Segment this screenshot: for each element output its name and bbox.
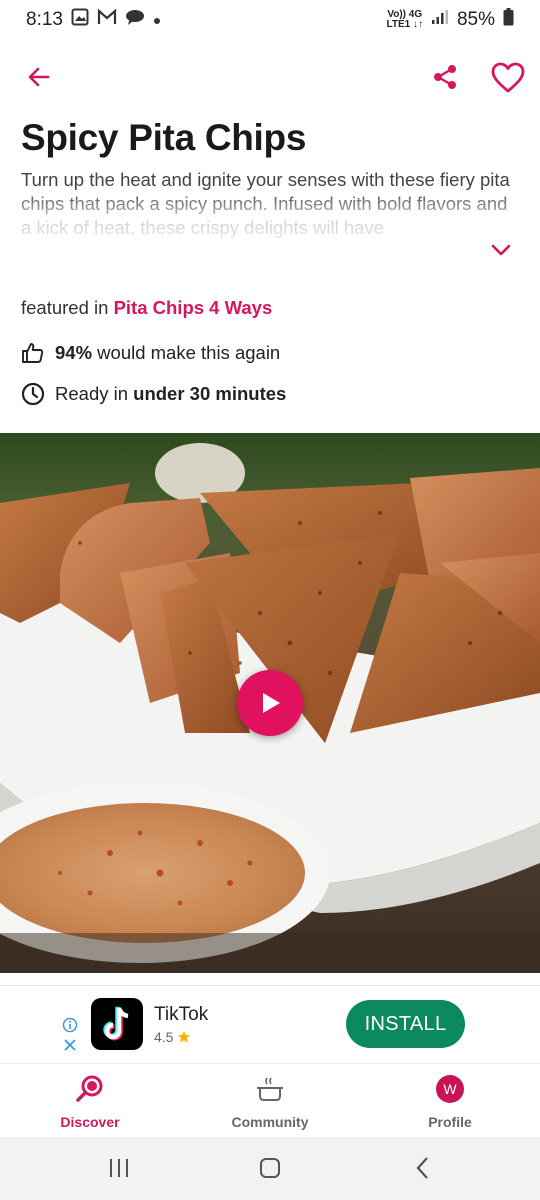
- avatar: W: [436, 1075, 464, 1103]
- chevron-left-icon: [416, 1157, 428, 1179]
- ad-app-name: TikTok: [154, 1004, 209, 1025]
- battery-percent: 85%: [456, 9, 495, 30]
- recent-apps-button[interactable]: [104, 1155, 134, 1181]
- network-indicator: Vo)) 4G LTE1 ↓↑: [386, 10, 422, 30]
- ad-banner[interactable]: TikTok 4.5 INSTALL: [0, 985, 540, 1063]
- favorite-button[interactable]: [488, 58, 528, 98]
- back-button[interactable]: [22, 60, 56, 94]
- ready-time-row: Ready in under 30 minutes: [21, 382, 286, 406]
- install-button[interactable]: INSTALL: [346, 1000, 465, 1048]
- nav-profile[interactable]: W Profile: [360, 1064, 540, 1138]
- battery-icon: [503, 8, 514, 32]
- nav-discover[interactable]: Discover: [0, 1064, 180, 1138]
- notification-dot-icon: [153, 9, 161, 31]
- share-button[interactable]: [428, 60, 462, 94]
- rating-suffix: would make this again: [97, 342, 281, 363]
- bottom-navigation: Discover Community W Profile: [0, 1063, 540, 1137]
- rating-text: 94% would make this again: [55, 342, 280, 364]
- recent-apps-icon: [110, 1159, 128, 1177]
- header: [0, 56, 540, 100]
- rating-percent: 94%: [55, 342, 93, 363]
- nav-community-label: Community: [231, 1114, 309, 1130]
- featured-in: featured in Pita Chips 4 Ways: [21, 297, 272, 319]
- tiktok-icon: [103, 1006, 129, 1041]
- status-bar: 8:13 Vo)) 4G LTE1 ↓↑ 85%: [0, 0, 540, 40]
- avatar-wrap: W: [435, 1074, 465, 1104]
- rating-row: 94% would make this again: [21, 341, 280, 365]
- ad-close-button[interactable]: [62, 1037, 78, 1053]
- system-navigation-bar: [0, 1137, 540, 1200]
- nav-profile-label: Profile: [428, 1114, 472, 1130]
- ad-rating: 4.5: [154, 1029, 191, 1045]
- description-fade: [0, 190, 540, 258]
- system-back-button[interactable]: [408, 1155, 438, 1181]
- status-right: Vo)) 4G LTE1 ↓↑ 85%: [386, 8, 514, 32]
- home-button[interactable]: [255, 1155, 285, 1181]
- thumbs-up-icon: [22, 343, 44, 363]
- play-icon: [263, 693, 280, 713]
- search-icon: [75, 1074, 105, 1104]
- home-icon: [260, 1158, 280, 1178]
- share-icon: [434, 65, 456, 89]
- gmail-icon: [97, 8, 117, 31]
- featured-collection-link[interactable]: Pita Chips 4 Ways: [114, 297, 273, 318]
- tiktok-logo: [91, 998, 143, 1050]
- chevron-down-icon: [491, 244, 511, 256]
- cooking-pot-icon: [255, 1074, 285, 1104]
- chat-icon: [125, 9, 145, 31]
- nav-community[interactable]: Community: [180, 1064, 360, 1138]
- arrow-left-icon: [28, 67, 50, 87]
- expand-description-button[interactable]: [486, 238, 516, 262]
- nav-discover-label: Discover: [60, 1114, 120, 1130]
- recipe-title: Spicy Pita Chips: [21, 117, 307, 158]
- ad-info-button[interactable]: [62, 1017, 78, 1033]
- network-bottom-label: LTE1 ↓↑: [386, 19, 423, 30]
- ready-prefix: Ready in: [55, 383, 129, 404]
- star-icon: [178, 1031, 191, 1043]
- status-time: 8:13: [26, 9, 63, 30]
- ready-text: Ready in under 30 minutes: [55, 383, 286, 405]
- heart-icon: [491, 62, 525, 93]
- clock-icon: [21, 382, 45, 406]
- info-icon: [62, 1017, 78, 1033]
- close-icon: [64, 1039, 76, 1051]
- ready-time: under 30 minutes: [133, 383, 287, 404]
- ad-rating-value: 4.5: [154, 1029, 174, 1045]
- gallery-icon: [71, 8, 89, 32]
- signal-icon: [431, 9, 449, 31]
- status-left: 8:13: [26, 8, 161, 32]
- featured-prefix: featured in: [21, 297, 109, 318]
- play-video-button[interactable]: [237, 670, 303, 736]
